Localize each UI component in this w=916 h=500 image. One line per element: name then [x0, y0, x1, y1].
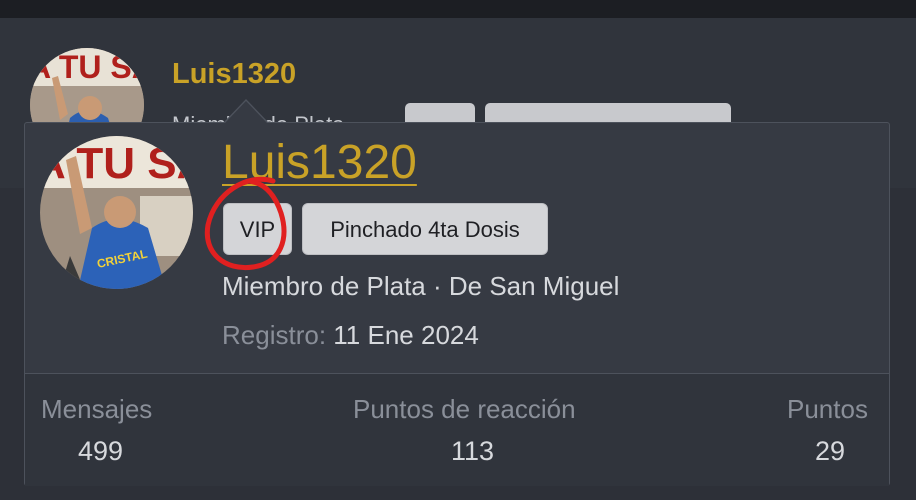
stat-value-messages[interactable]: 499 [78, 436, 123, 467]
member-title: Miembro de Plata · De San Miguel [222, 271, 620, 301]
badge-vip: VIP [223, 203, 292, 255]
top-bar [0, 0, 916, 18]
registration-info: Registro: 11 Ene 2024 [222, 320, 479, 351]
member-tooltip-card: A TU SA CRISTAL Luis1320 VIP Pinchado 4t… [24, 122, 890, 486]
member-stats: Mensajes 499 Puntos de reacción 113 Punt… [25, 373, 889, 486]
registration-label: Registro: [222, 320, 327, 350]
svg-text:A TU SA: A TU SA [40, 139, 193, 188]
stat-label-reaction-points: Puntos de reacción [353, 394, 576, 424]
registration-date: 11 Ene 2024 [333, 320, 479, 350]
badge-pinchado: Pinchado 4ta Dosis [302, 203, 548, 255]
stat-label-points: Puntos [787, 394, 868, 424]
background-username[interactable]: Luis1320 [172, 58, 296, 91]
member-username-link[interactable]: Luis1320 [222, 135, 417, 190]
stat-value-reaction-points[interactable]: 113 [451, 436, 494, 467]
stat-value-points[interactable]: 29 [815, 436, 845, 467]
member-avatar[interactable]: A TU SA CRISTAL [40, 136, 193, 289]
tooltip-arrow-fill [225, 101, 267, 123]
stat-label-messages: Mensajes [41, 394, 153, 424]
avatar-photo-icon: A TU SA CRISTAL [40, 136, 193, 289]
